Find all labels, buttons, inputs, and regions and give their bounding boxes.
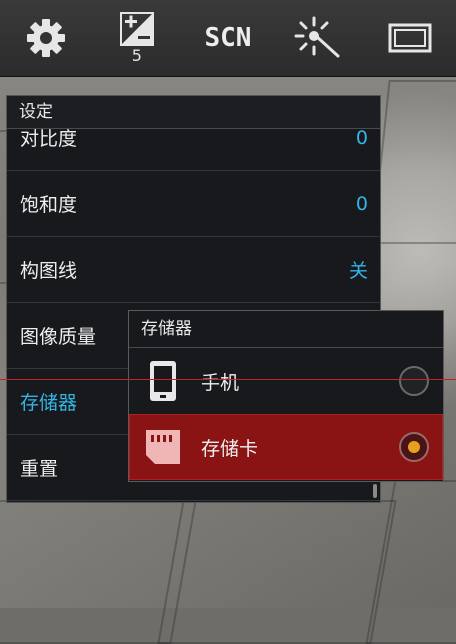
setting-label: 图像质量	[20, 326, 97, 348]
popup-title: 存储器	[129, 311, 443, 348]
floor-tile	[371, 80, 456, 244]
guide-line	[0, 379, 456, 380]
option-label: 存储卡	[201, 437, 259, 460]
setting-value: 0	[355, 192, 368, 215]
radio-dot	[408, 441, 420, 453]
radio-button[interactable]	[399, 366, 429, 396]
storage-option-phone[interactable]: 手机	[129, 348, 443, 414]
exposure-icon	[119, 12, 154, 46]
phone-icon	[133, 360, 193, 402]
sd-card-icon	[133, 429, 193, 465]
setting-value: 0	[355, 126, 368, 149]
setting-label: 饱和度	[20, 194, 78, 216]
camera-toolbar: 5 SCN	[0, 0, 456, 77]
white-balance-button[interactable]	[284, 3, 354, 73]
gear-icon	[24, 16, 68, 60]
exposure-value: 5	[131, 46, 142, 65]
aspect-ratio-icon	[388, 23, 432, 53]
storage-popup: 存储器 手机 存储卡	[128, 310, 444, 482]
scene-mode-button[interactable]: SCN	[193, 3, 263, 73]
scene-mode-icon: SCN	[204, 23, 252, 53]
exposure-button[interactable]: 5	[102, 3, 172, 73]
setting-row-saturation[interactable]: 饱和度 0	[7, 171, 380, 237]
settings-button[interactable]	[11, 3, 81, 73]
setting-label: 重置	[20, 458, 59, 480]
scrollbar[interactable]	[373, 484, 377, 498]
setting-value: 关	[348, 260, 368, 282]
setting-label: 存储器	[20, 392, 78, 414]
setting-row-grid-lines[interactable]: 构图线 关	[7, 237, 380, 303]
aspect-ratio-button[interactable]	[375, 3, 445, 73]
panel-title: 设定	[7, 96, 380, 129]
white-balance-icon	[294, 16, 344, 60]
storage-option-sd-card[interactable]: 存储卡	[129, 414, 443, 480]
floor-tile	[157, 500, 397, 644]
radio-button-selected[interactable]	[399, 432, 429, 462]
option-label: 手机	[201, 371, 240, 394]
setting-label: 构图线	[20, 260, 78, 282]
